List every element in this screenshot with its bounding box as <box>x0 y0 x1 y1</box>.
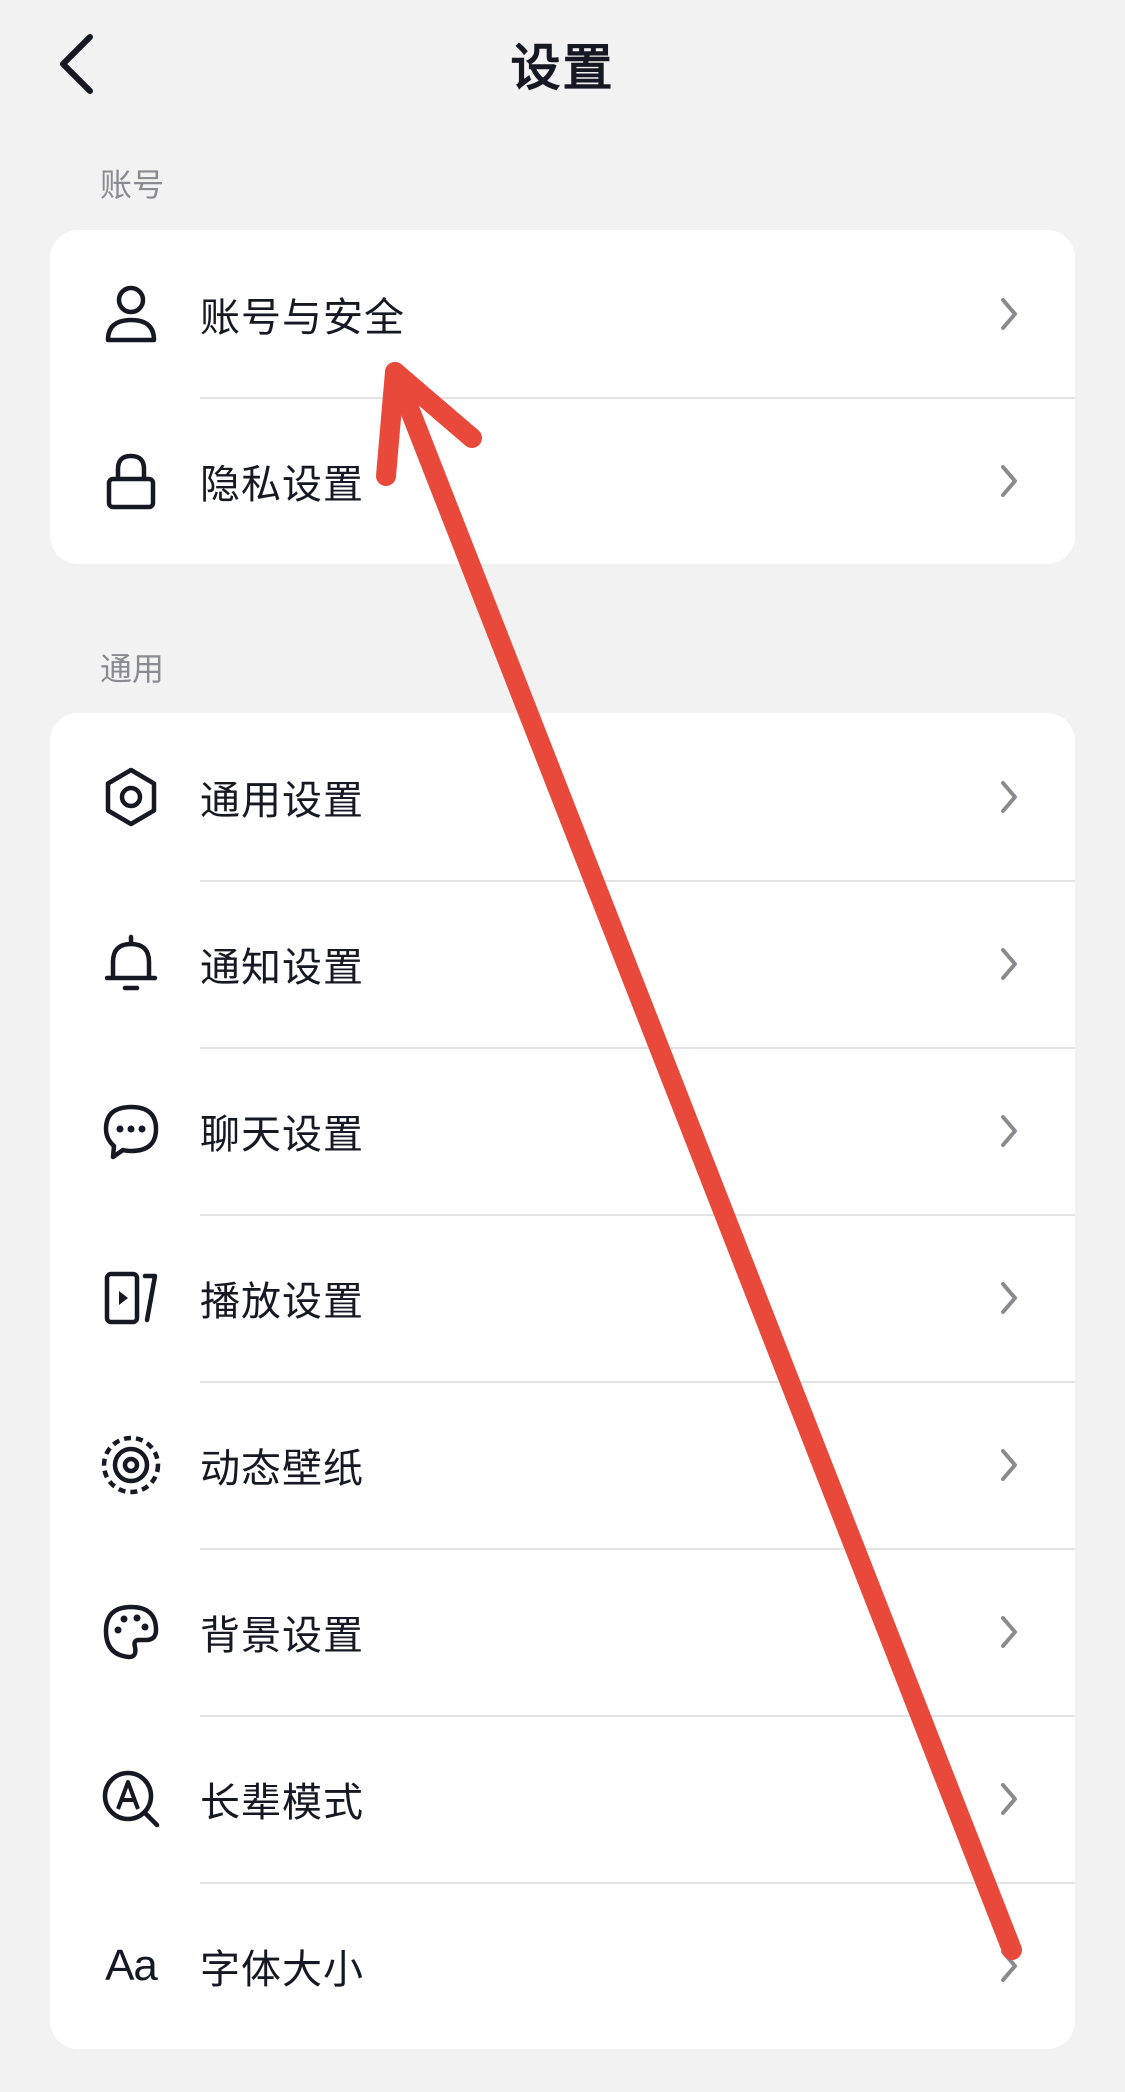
settings-item-label: 长辈模式 <box>200 1779 364 1826</box>
section-label-account: 账号 <box>100 166 165 204</box>
chevron-right-icon <box>1001 464 1017 497</box>
settings-item-label: 通知设置 <box>200 944 364 991</box>
settings-item-notifications[interactable]: 通知设置 <box>50 880 1075 1047</box>
chevron-right-icon <box>1001 297 1017 330</box>
settings-item-label: 聊天设置 <box>200 1111 364 1158</box>
font-size-icon: Aa <box>105 1940 158 1990</box>
lock-icon <box>98 448 164 514</box>
settings-item-background[interactable]: 背景设置 <box>50 1548 1075 1715</box>
settings-item-font-size[interactable]: Aa 字体大小 <box>50 1882 1075 2049</box>
nav-bar: 设置 <box>0 0 1125 130</box>
general-card: 通用设置 通知设置 聊天设置 播放设置 动态壁纸 背景设置 长辈模式 Aa 字体… <box>50 713 1075 2049</box>
settings-item-label: 动态壁纸 <box>200 1445 364 1492</box>
bell-icon <box>98 931 164 997</box>
chevron-right-icon <box>1001 1782 1017 1815</box>
chevron-right-icon <box>1001 1615 1017 1648</box>
chevron-right-icon <box>1001 947 1017 980</box>
user-icon <box>98 281 164 347</box>
settings-item-account-security[interactable]: 账号与安全 <box>50 230 1075 397</box>
chevron-right-icon <box>1001 780 1017 813</box>
chevron-right-icon <box>1001 1281 1017 1314</box>
page-title: 设置 <box>510 39 615 97</box>
chevron-right-icon <box>1001 1448 1017 1481</box>
play-screen-icon <box>98 1265 164 1331</box>
gear-icon <box>98 764 164 830</box>
settings-item-label: 背景设置 <box>200 1612 364 1659</box>
settings-item-general[interactable]: 通用设置 <box>50 713 1075 880</box>
chat-bubble-icon <box>98 1098 164 1164</box>
settings-item-label: 隐私设置 <box>200 461 364 508</box>
settings-item-label: 播放设置 <box>200 1278 364 1325</box>
section-label-general: 通用 <box>100 650 165 688</box>
settings-item-live-wallpaper[interactable]: 动态壁纸 <box>50 1381 1075 1548</box>
chevron-right-icon <box>1001 1114 1017 1147</box>
settings-item-chat[interactable]: 聊天设置 <box>50 1047 1075 1214</box>
settings-item-playback[interactable]: 播放设置 <box>50 1214 1075 1381</box>
palette-icon <box>98 1599 164 1665</box>
settings-item-privacy[interactable]: 隐私设置 <box>50 397 1075 564</box>
settings-item-label: 字体大小 <box>200 1946 364 1993</box>
settings-item-label: 通用设置 <box>200 777 364 824</box>
account-card: 账号与安全 隐私设置 <box>50 230 1075 564</box>
chevron-right-icon <box>1001 1949 1017 1982</box>
live-wallpaper-icon <box>98 1432 164 1498</box>
elder-mode-icon <box>98 1766 164 1832</box>
settings-item-elder-mode[interactable]: 长辈模式 <box>50 1715 1075 1882</box>
settings-item-label: 账号与安全 <box>200 294 405 341</box>
